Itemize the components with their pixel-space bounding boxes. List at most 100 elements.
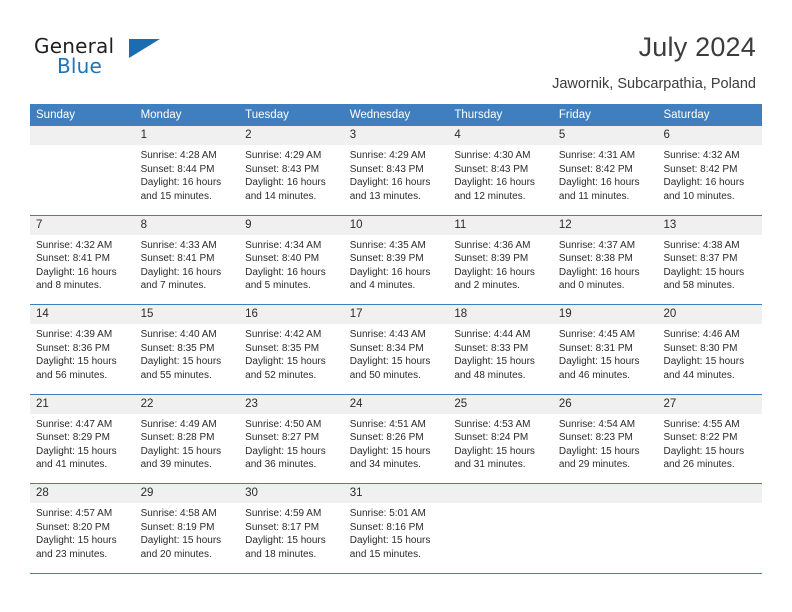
sunrise-text: Sunrise: 4:54 AM <box>558 418 636 430</box>
day-number-band <box>552 484 658 503</box>
calendar-week-row: 21 Sunrise: 4:47 AM Sunset: 8:29 PM Dayligh… <box>30 394 763 484</box>
calendar-day-cell[interactable]: 5 Sunrise: 4:31 AM Sunset: 8:42 PM Daylight… <box>552 126 658 215</box>
weekday-header-monday: Monday <box>140 109 182 121</box>
calendar-day-cell[interactable]: 20 Sunrise: 4:46 AM Sunset: 8:30 PM Dayligh… <box>657 305 763 394</box>
calendar-day-cell[interactable]: 21 Sunrise: 4:47 AM Sunset: 8:29 PM Dayligh… <box>30 394 135 483</box>
sunset-text: Sunset: 8:38 PM <box>558 253 633 265</box>
calendar-week-row: 1 Sunrise: 4:28 AM Sunset: 8:44 PM Daylight… <box>30 126 763 216</box>
daylight-text: and 5 minutes. <box>245 280 311 292</box>
day-number-band: 26 <box>552 394 658 414</box>
calendar-day-cell[interactable]: 22 Sunrise: 4:49 AM Sunset: 8:28 PM Dayligh… <box>134 394 240 483</box>
daylight-text: Daylight: 15 hours <box>349 445 431 457</box>
calendar-day-cell[interactable]: 28 Sunrise: 4:57 AM Sunset: 8:20 PM Dayligh… <box>30 484 135 573</box>
sunrise-text: Sunrise: 4:43 AM <box>349 329 426 340</box>
daylight-text: and 26 minutes. <box>663 459 735 471</box>
calendar-day-cell[interactable]: 10 Sunrise: 4:35 AM Sunset: 8:39 PM Dayligh… <box>343 215 449 304</box>
day-number: 28 <box>36 487 49 499</box>
day-number-band: 23 <box>239 394 344 414</box>
daylight-text: Daylight: 16 hours <box>558 266 640 278</box>
day-details: Sunrise: 4:40 AM Sunset: 8:35 PM Daylight:… <box>135 324 240 382</box>
day-number: 25 <box>454 397 468 410</box>
brand-logo[interactable]: General Blue <box>34 34 164 80</box>
day-number: 20 <box>663 308 677 320</box>
calendar-day-cell[interactable]: 23 Sunrise: 4:50 AM Sunset: 8:27 PM Dayligh… <box>239 394 344 483</box>
day-details: Sunrise: 4:54 AM Sunset: 8:23 PM Daylight:… <box>553 414 658 472</box>
day-details <box>30 145 135 149</box>
calendar-day-cell[interactable]: 25 Sunrise: 4:53 AM Sunset: 8:24 PM Dayligh… <box>448 394 553 483</box>
daylight-text: and 0 minutes. <box>558 280 625 292</box>
calendar-weeks: 1 Sunrise: 4:28 AM Sunset: 8:44 PM Daylight… <box>30 126 763 574</box>
daylight-text: and 14 minutes. <box>245 190 317 202</box>
calendar-empty-cell <box>552 484 658 573</box>
day-details: Sunrise: 4:42 AM Sunset: 8:35 PM Daylight:… <box>239 324 344 382</box>
day-number: 26 <box>558 397 572 410</box>
sunrise-text: Sunrise: 4:29 AM <box>349 150 426 161</box>
calendar-day-cell[interactable]: 1 Sunrise: 4:28 AM Sunset: 8:44 PM Daylight… <box>134 126 240 215</box>
day-details <box>657 503 762 507</box>
day-number-band: 27 <box>657 394 763 414</box>
day-number: 3 <box>349 129 357 141</box>
day-number: 21 <box>36 397 49 410</box>
daylight-text: Daylight: 16 hours <box>349 177 431 189</box>
daylight-text: and 58 minutes. <box>663 280 735 292</box>
calendar-day-cell[interactable]: 3 Sunrise: 4:29 AM Sunset: 8:43 PM Daylight… <box>343 126 449 215</box>
day-number: 4 <box>454 129 461 141</box>
sunset-text: Sunset: 8:33 PM <box>454 342 529 354</box>
calendar-day-cell[interactable]: 15 Sunrise: 4:40 AM Sunset: 8:35 PM Dayligh… <box>134 305 240 394</box>
calendar-day-cell[interactable]: 13 Sunrise: 4:38 AM Sunset: 8:37 PM Dayligh… <box>657 215 763 304</box>
calendar-day-cell[interactable]: 2 Sunrise: 4:29 AM Sunset: 8:43 PM Daylight… <box>239 126 344 215</box>
sunrise-text: Sunrise: 4:42 AM <box>245 329 322 340</box>
daylight-text: and 46 minutes. <box>558 369 631 381</box>
calendar-day-cell[interactable]: 19 Sunrise: 4:45 AM Sunset: 8:31 PM Dayligh… <box>552 305 658 394</box>
day-details: Sunrise: 4:46 AM Sunset: 8:30 PM Daylight:… <box>657 324 762 382</box>
daylight-text: and 18 minutes. <box>245 548 317 560</box>
weekday-header-friday: Friday <box>558 109 591 121</box>
sunrise-text: Sunrise: 4:53 AM <box>454 418 531 430</box>
calendar-day-cell[interactable]: 18 Sunrise: 4:44 AM Sunset: 8:33 PM Dayligh… <box>448 305 553 394</box>
calendar-day-cell[interactable]: 4 Sunrise: 4:30 AM Sunset: 8:43 PM Daylight… <box>448 126 553 215</box>
calendar-day-cell[interactable]: 29 Sunrise: 4:58 AM Sunset: 8:19 PM Dayligh… <box>134 484 240 573</box>
day-number-band: 18 <box>448 305 553 324</box>
day-details: Sunrise: 4:47 AM Sunset: 8:29 PM Daylight:… <box>30 414 135 472</box>
day-number-band: 22 <box>134 394 240 414</box>
day-details: Sunrise: 4:31 AM Sunset: 8:42 PM Daylight:… <box>553 145 658 203</box>
day-number: 2 <box>245 129 252 141</box>
day-details: Sunrise: 4:45 AM Sunset: 8:31 PM Daylight:… <box>553 324 658 382</box>
daylight-text: Daylight: 15 hours <box>140 445 222 457</box>
day-number: 29 <box>140 487 154 499</box>
calendar-day-cell[interactable]: 17 Sunrise: 4:43 AM Sunset: 8:34 PM Dayligh… <box>343 305 449 394</box>
calendar-day-cell[interactable]: 24 Sunrise: 4:51 AM Sunset: 8:26 PM Dayligh… <box>343 394 449 483</box>
day-number: 8 <box>140 218 147 231</box>
day-number: 7 <box>36 218 43 231</box>
day-number-band: 21 <box>30 394 135 414</box>
day-number-band: 2 <box>239 126 344 145</box>
day-number: 24 <box>349 397 363 410</box>
calendar-day-cell[interactable]: 16 Sunrise: 4:42 AM Sunset: 8:35 PM Dayligh… <box>239 305 344 394</box>
sunrise-text: Sunrise: 4:35 AM <box>349 239 426 251</box>
daylight-text: Daylight: 15 hours <box>36 535 117 547</box>
day-number-band: 24 <box>343 394 449 414</box>
sunset-text: Sunset: 8:34 PM <box>349 342 424 354</box>
calendar-day-cell[interactable]: 12 Sunrise: 4:37 AM Sunset: 8:38 PM Dayligh… <box>552 215 658 304</box>
calendar-day-cell[interactable]: 8 Sunrise: 4:33 AM Sunset: 8:41 PM Daylight… <box>134 215 240 304</box>
sunrise-text: Sunrise: 4:36 AM <box>454 239 531 251</box>
calendar-day-cell[interactable]: 31 Sunrise: 5:01 AM Sunset: 8:16 PM Dayligh… <box>343 484 449 573</box>
calendar-day-cell[interactable]: 14 Sunrise: 4:39 AM Sunset: 8:36 PM Dayligh… <box>30 305 135 394</box>
calendar-day-cell[interactable]: 30 Sunrise: 4:59 AM Sunset: 8:17 PM Dayligh… <box>239 484 344 573</box>
day-number: 12 <box>558 218 572 231</box>
daylight-text: Daylight: 16 hours <box>349 266 431 278</box>
calendar-day-cell[interactable]: 7 Sunrise: 4:32 AM Sunset: 8:41 PM Daylight… <box>30 215 135 304</box>
sunset-text: Sunset: 8:44 PM <box>140 163 215 175</box>
calendar-table: Sunday Monday Tuesday Wednesday Thursday… <box>30 104 763 574</box>
calendar-day-cell[interactable]: 26 Sunrise: 4:54 AM Sunset: 8:23 PM Dayligh… <box>552 394 658 483</box>
calendar-day-cell[interactable]: 9 Sunrise: 4:34 AM Sunset: 8:40 PM Daylight… <box>239 215 344 304</box>
daylight-text: and 29 minutes. <box>558 459 631 471</box>
sunrise-text: Sunrise: 4:32 AM <box>36 239 113 251</box>
calendar-day-cell[interactable]: 27 Sunrise: 4:55 AM Sunset: 8:22 PM Dayligh… <box>657 394 763 483</box>
calendar-day-cell[interactable]: 6 Sunrise: 4:32 AM Sunset: 8:42 PM Daylight… <box>657 126 763 215</box>
daylight-text: Daylight: 15 hours <box>663 266 745 278</box>
day-details: Sunrise: 4:28 AM Sunset: 8:44 PM Daylight:… <box>135 145 240 203</box>
calendar-day-cell[interactable]: 11 Sunrise: 4:36 AM Sunset: 8:39 PM Dayligh… <box>448 215 553 304</box>
daylight-text: Daylight: 16 hours <box>454 266 535 278</box>
day-details: Sunrise: 4:55 AM Sunset: 8:22 PM Daylight:… <box>657 414 762 472</box>
